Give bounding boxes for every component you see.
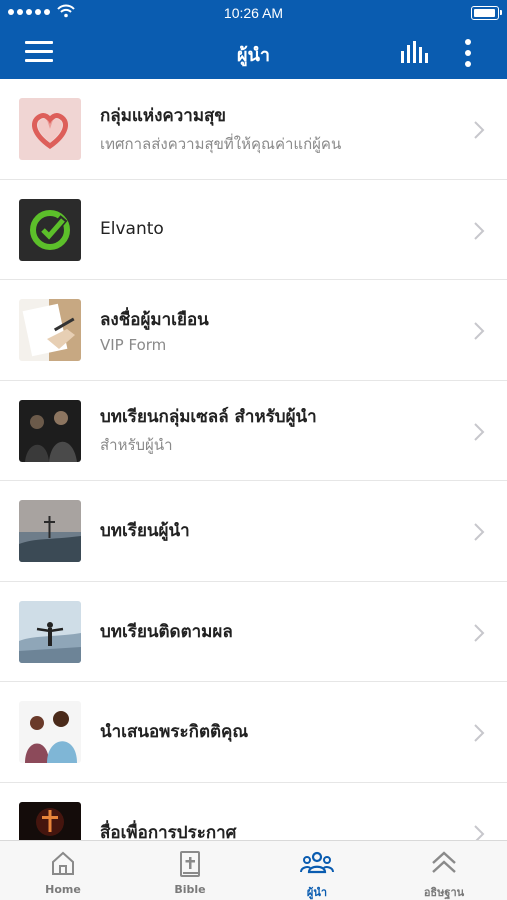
tab-label: Bible <box>174 883 206 896</box>
list-item[interactable]: บทเรียนผู้นำ <box>0 481 507 582</box>
list-item[interactable]: สื่อเพื่อการประกาศ <box>0 783 507 840</box>
group-thumbnail <box>19 399 81 462</box>
page-title: ผู้นำ <box>237 45 270 66</box>
chevron-right-icon <box>474 523 485 541</box>
more-options-icon[interactable] <box>459 38 477 68</box>
home-icon <box>52 851 74 875</box>
person-mountain-thumbnail <box>19 600 81 663</box>
item-title: บทเรียนผู้นำ <box>100 521 190 542</box>
dark-cross-thumbnail <box>19 801 81 840</box>
item-title: สื่อเพื่อการประกาศ <box>100 822 237 840</box>
item-subtitle: เทศกาลส่งความสุขที่ให้คุณค่าแก่ผู้คน <box>100 134 342 153</box>
status-time: 10:26 AM <box>223 5 284 21</box>
list-item[interactable]: นำเสนอพระกิตติคุณ <box>0 682 507 783</box>
tab-label: Home <box>45 883 81 896</box>
list-item[interactable]: บทเรียนติดตามผล <box>0 582 507 682</box>
item-title: บทเรียนกลุ่มเซลล์ สำหรับผู้นำ <box>100 407 317 428</box>
chevron-right-icon <box>474 623 485 642</box>
writing-thumbnail <box>19 299 81 361</box>
chevron-right-icon <box>474 422 485 441</box>
two-women-thumbnail <box>19 701 81 763</box>
heart-thumbnail <box>19 98 81 160</box>
chevron-right-icon <box>474 824 485 840</box>
item-subtitle: VIP Form <box>100 335 167 354</box>
status-bar: 10:26 AM <box>0 0 507 26</box>
chevron-right-icon <box>474 221 485 240</box>
cross-landscape-thumbnail <box>19 500 81 562</box>
item-title: ลงชื่อผู้มาเยือน <box>100 309 209 330</box>
item-title: บทเรียนติดตามผล <box>100 621 233 642</box>
tab-prayer[interactable]: อธิษฐาน <box>381 841 507 900</box>
tab-home[interactable]: Home <box>0 841 126 900</box>
chevrons-up-icon <box>432 851 456 873</box>
item-title: กลุ่มแห่งความสุข <box>100 105 227 126</box>
item-title: นำเสนอพระกิตติคุณ <box>100 722 249 743</box>
tab-label: อธิษฐาน <box>423 886 465 899</box>
battery-icon <box>471 6 502 20</box>
chevron-right-icon <box>474 322 485 340</box>
tab-bar: Home Bible ผู้นำ อธิษฐาน <box>0 840 507 900</box>
list-item[interactable]: กลุ่มแห่งความสุข เทศกาลส่งความสุขที่ให้ค… <box>0 79 507 180</box>
chevron-right-icon <box>474 121 485 139</box>
tab-bible[interactable]: Bible <box>127 841 253 900</box>
list-item[interactable]: ลงชื่อผู้มาเยือน VIP Form <box>0 280 507 381</box>
bible-icon <box>180 851 200 877</box>
item-title: Elvanto <box>100 219 164 240</box>
audio-bars-icon[interactable] <box>400 41 430 63</box>
item-subtitle: สำหรับผู้นำ <box>100 436 173 455</box>
leader-list: กลุ่มแห่งความสุข เทศกาลส่งความสุขที่ให้ค… <box>0 79 507 840</box>
tab-leader[interactable]: ผู้นำ <box>254 841 380 900</box>
chevron-right-icon <box>474 724 485 742</box>
elvanto-thumbnail <box>19 198 81 261</box>
list-item[interactable]: บทเรียนกลุ่มเซลล์ สำหรับผู้นำ สำหรับผู้น… <box>0 381 507 481</box>
people-icon <box>300 851 334 874</box>
nav-bar: ผู้นำ <box>0 26 507 79</box>
list-item[interactable]: Elvanto <box>0 180 507 280</box>
tab-label: ผู้นำ <box>306 886 328 899</box>
